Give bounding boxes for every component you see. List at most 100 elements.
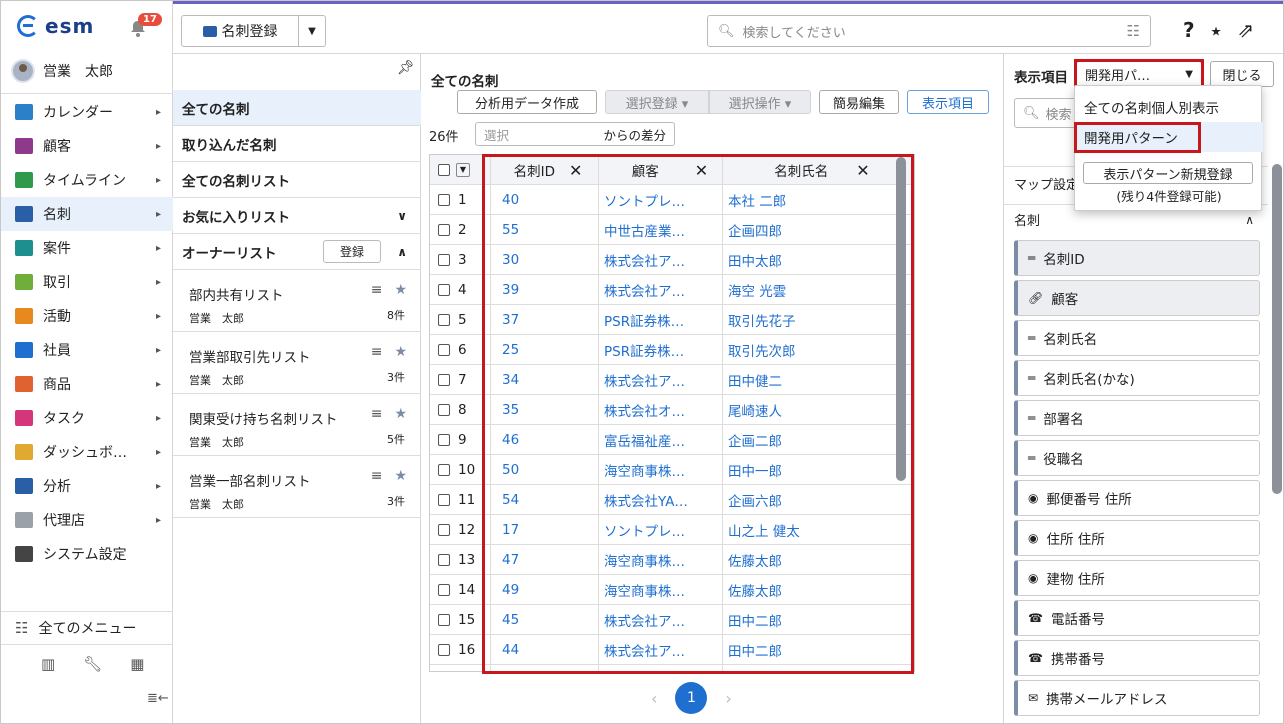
display-field-item[interactable]: ✉ 携帯メールアドレス [1014,680,1260,716]
select-register-button[interactable]: 選択登録 ▾ [605,90,709,114]
edit-list-icon[interactable]: ≡ [371,406,383,422]
row-checkbox[interactable] [438,254,450,266]
display-field-item[interactable]: ═ 役職名 [1014,440,1260,476]
shared-list-item[interactable]: 部内共有リスト 営業 太郎 8件 ≡ ★ [173,270,421,332]
row-checkbox[interactable] [438,314,450,326]
select-operation-button[interactable]: 選択操作 ▾ [709,90,811,114]
row-checkbox[interactable] [438,224,450,236]
diff-selector[interactable]: 選択 からの差分 [475,122,675,146]
list-item-imported[interactable]: 取り込んだ名刺 [173,126,421,162]
sidebar-item-3[interactable]: 名刺 ▸ [1,197,173,231]
row-checkbox[interactable] [438,614,450,626]
star-icon[interactable]: ★ [394,406,407,422]
external-link-icon[interactable]: ⇗ [1237,18,1254,42]
next-page-icon[interactable]: › [725,689,731,708]
list-item-all-cards[interactable]: 全ての名刺 [173,90,421,126]
select-all-checkbox[interactable] [438,164,450,176]
new-pattern-button[interactable]: 表示パターン新規登録 [1083,162,1253,184]
row-checkbox[interactable] [438,434,450,446]
prev-page-icon[interactable]: ‹ [651,689,657,708]
sidebar-item-10[interactable]: ダッシュボ… ▸ [1,435,173,469]
sidebar-item-label: 商品 [43,377,71,393]
edit-list-icon[interactable]: ≡ [371,468,383,484]
user-profile[interactable]: 営業 太郎 [11,59,113,83]
display-field-item[interactable]: ═ 部署名 [1014,400,1260,436]
help-icon[interactable]: ? [1183,18,1195,42]
layout-icon[interactable]: ▦ [130,655,144,673]
row-checkbox[interactable] [438,584,450,596]
row-checkbox[interactable] [438,194,450,206]
list-item-all-lists[interactable]: 全ての名刺リスト [173,162,421,198]
display-field-item[interactable]: ═ 名刺氏名 [1014,320,1260,356]
grid-icon: ☷ [15,619,29,637]
select-menu-button[interactable]: ▼ [456,163,470,177]
row-checkbox[interactable] [438,464,450,476]
sidebar-item-8[interactable]: 商品 ▸ [1,367,173,401]
display-field-item[interactable]: ☎ 電話番号 [1014,600,1260,636]
display-field-item[interactable]: ◉ 住所 住所 [1014,520,1260,556]
sidebar-item-9[interactable]: タスク ▸ [1,401,173,435]
row-checkbox[interactable] [438,404,450,416]
display-field-item[interactable]: ═ 名刺氏名(かな) [1014,360,1260,396]
register-card-button[interactable]: 名刺登録 ▼ [181,15,326,47]
edit-list-icon[interactable]: ≡ [371,282,383,298]
sidebar-item-13[interactable]: システム設定 [1,537,173,571]
all-menu-button[interactable]: ☷ 全てのメニュー [1,611,173,645]
edit-list-icon[interactable]: ≡ [371,344,383,360]
filter-settings-icon[interactable]: ☷ [1127,22,1140,40]
manual-icon[interactable]: ▥ [41,655,55,673]
field-label: 電話番号 [1050,612,1105,628]
diff-select-input[interactable]: 選択 [484,125,603,144]
sidebar-item-2[interactable]: タイムライン ▸ [1,163,173,197]
current-page[interactable]: 1 [675,682,708,714]
favorites-section[interactable]: お気に入りリスト ∨ [173,198,421,234]
shared-list-item[interactable]: 営業一部名刺リスト 営業 太郎 3件 ≡ ★ [173,456,421,518]
sidebar-item-label: 案件 [43,241,71,257]
pattern-option-all[interactable]: 全ての名刺個人別表示 [1075,92,1263,122]
close-panel-button[interactable]: 閉じる [1210,61,1274,87]
star-icon[interactable]: ★ [394,282,407,298]
sidebar-item-1[interactable]: 顧客 ▸ [1,129,173,163]
row-checkbox[interactable] [438,524,450,536]
row-checkbox[interactable] [438,494,450,506]
create-analysis-data-button[interactable]: 分析用データ作成 [457,90,597,114]
panel-scrollbar[interactable] [1272,164,1282,494]
display-field-item[interactable]: ☎ 携帯番号 [1014,640,1260,676]
sidebar-item-7[interactable]: 社員 ▸ [1,333,173,367]
display-field-item[interactable]: ◉ 郵便番号 住所 [1014,480,1260,516]
pin-icon[interactable]: 📌︎ [397,60,415,76]
collapse-nav-icon[interactable]: ≣← [147,691,169,706]
sidebar-item-4[interactable]: 案件 ▸ [1,231,173,265]
global-search[interactable]: 🔍︎ 検索してください ☷ [707,15,1151,47]
sidebar-item-6[interactable]: 活動 ▸ [1,299,173,333]
owner-register-button[interactable]: 登録 [322,240,381,263]
app-logo[interactable]: esm [17,13,94,39]
star-icon[interactable]: ★ [394,468,407,484]
wrench-icon[interactable]: 🔧︎ [83,655,102,673]
row-checkbox[interactable] [438,644,450,656]
shared-list-item[interactable]: 営業部取引先リスト 営業 太郎 3件 ≡ ★ [173,332,421,394]
row-checkbox[interactable] [438,554,450,566]
quick-edit-button[interactable]: 簡易編集 [819,90,899,114]
shared-list-item[interactable]: 関東受け持ち名刺リスト 営業 太郎 5件 ≡ ★ [173,394,421,456]
display-items-button[interactable]: 表示項目 [907,90,989,114]
owner-section[interactable]: オーナーリスト 登録 ∧ [173,234,421,270]
sidebar-item-12[interactable]: 代理店 ▸ [1,503,173,537]
row-checkbox[interactable] [438,284,450,296]
avatar [11,59,35,83]
row-checkbox[interactable] [438,374,450,386]
sidebar-item-0[interactable]: カレンダー ▸ [1,95,173,129]
sidebar-item-5[interactable]: 取引 ▸ [1,265,173,299]
register-card-main[interactable]: 名刺登録 [182,16,299,46]
search-input[interactable]: 検索してください [743,22,1119,41]
sidebar-item-11[interactable]: 分析 ▸ [1,469,173,503]
share-icon[interactable]: ⭑ [1211,18,1222,42]
register-card-dropdown[interactable]: ▼ [299,16,325,46]
display-field-item[interactable]: ◉ 建物 住所 [1014,560,1260,596]
field-search-input[interactable]: 検索 [1046,104,1072,123]
display-field-item[interactable]: 🔗︎ 顧客 [1014,280,1260,316]
row-checkbox[interactable] [438,344,450,356]
star-icon[interactable]: ★ [394,344,407,360]
display-field-item[interactable]: ═ 名刺ID [1014,240,1260,276]
row-number: 11 [458,492,476,508]
